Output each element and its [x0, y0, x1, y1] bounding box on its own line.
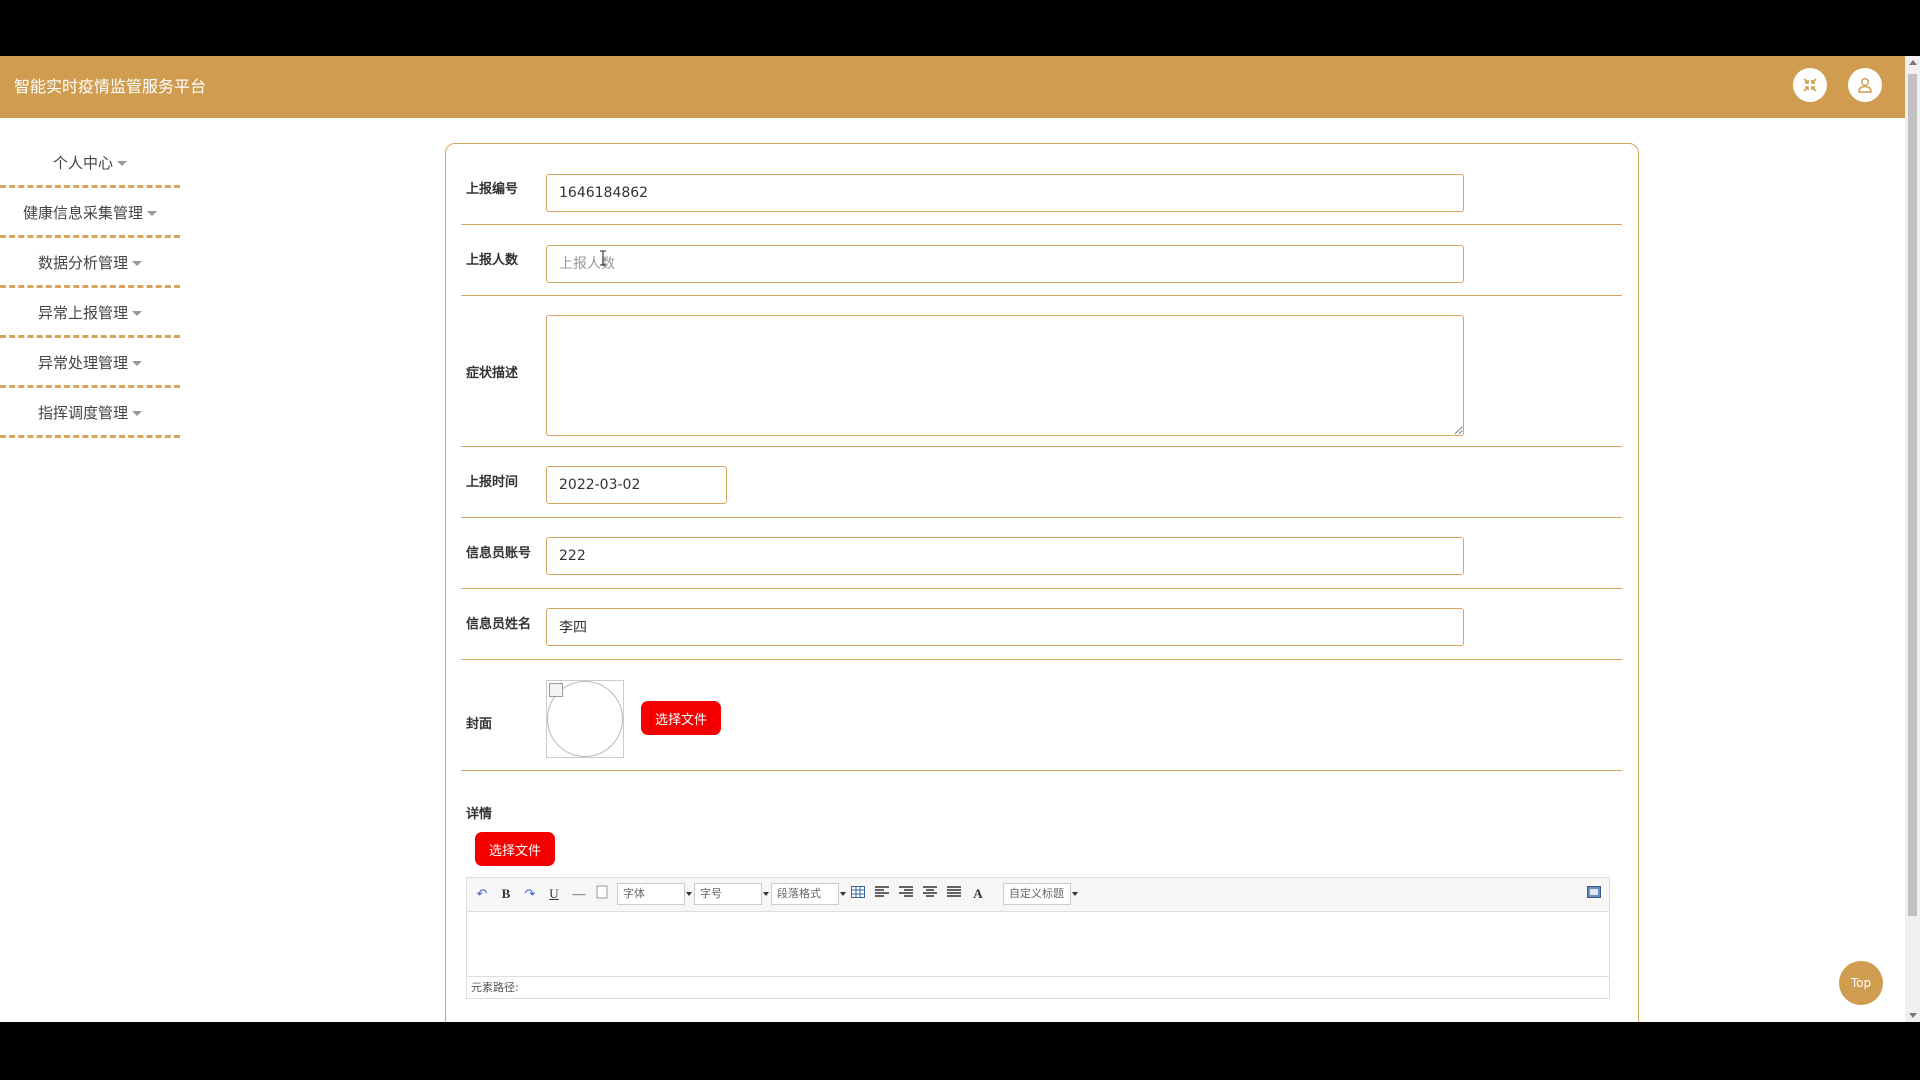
user-icon [1858, 78, 1872, 93]
editor-path-bar: 元素路径: [467, 976, 1609, 998]
sidebar-item-data-analysis[interactable]: 数据分析管理 [0, 238, 180, 288]
undo-icon[interactable]: ↶ [475, 885, 489, 903]
caret-down-icon [147, 211, 157, 216]
form-row-report-no: 上报编号 [461, 144, 1622, 225]
cover-choose-file-button[interactable]: 选择文件 [641, 701, 721, 735]
viewport: 智能实时疫情监管服务平台 个人中心 健康信息采集管理 数据分析管理 异常上报管理… [0, 56, 1905, 1022]
caret-down-icon [132, 311, 142, 316]
sidebar-item-label: 健康信息采集管理 [22, 204, 143, 222]
details-choose-file-button[interactable]: 选择文件 [475, 832, 555, 866]
report-no-label: 上报编号 [466, 182, 519, 197]
sidebar-item-personal-center[interactable]: 个人中心 [0, 138, 180, 188]
horizontal-rule-icon[interactable]: — [571, 885, 587, 903]
page-scrollbar[interactable] [1905, 56, 1920, 1022]
report-count-label: 上报人数 [466, 253, 519, 268]
table-icon[interactable] [851, 885, 865, 903]
fullscreen-exit-icon [1803, 78, 1817, 92]
form-row-symptom: 症状描述 [461, 295, 1622, 447]
font-color-icon[interactable]: A [971, 885, 985, 903]
clear-format-icon[interactable] [595, 885, 609, 903]
scroll-thumb[interactable] [1908, 74, 1917, 916]
sidebar-item-label: 数据分析管理 [37, 254, 128, 272]
fullscreen-button[interactable] [1793, 68, 1827, 102]
scroll-up-arrow-icon[interactable] [1909, 60, 1917, 65]
officer-account-input[interactable] [546, 537, 1464, 575]
form-row-report-count: 上报人数 [461, 224, 1622, 296]
sidebar-item-label: 指挥调度管理 [37, 404, 128, 422]
report-count-input[interactable] [546, 245, 1464, 283]
paragraph-format-select-label: 段落格式 [777, 887, 821, 900]
sidebar-item-command-dispatch[interactable]: 指挥调度管理 [0, 388, 180, 438]
font-family-select[interactable]: 字体 [617, 883, 692, 905]
font-size-select[interactable]: 字号 [694, 883, 769, 905]
sidebar-item-health-info[interactable]: 健康信息采集管理 [0, 188, 180, 238]
details-label: 详情 [466, 807, 493, 822]
form-row-report-time: 上报时间 [461, 446, 1622, 518]
form-row-officer-name: 信息员姓名 [461, 588, 1622, 660]
align-center-icon[interactable] [923, 885, 937, 903]
broken-image-icon [549, 683, 563, 697]
caret-down-icon [132, 411, 142, 416]
back-to-top-button[interactable]: Top [1839, 961, 1883, 1005]
caret-down-icon [132, 361, 142, 366]
sidebar-item-anomaly-report[interactable]: 异常上报管理 [0, 288, 180, 338]
rich-text-editor: ↶ B ↷ U — 字体 字号 段落格式 A 自定义标题 元素路径: [466, 877, 1610, 999]
text-cursor-icon [600, 250, 606, 266]
symptom-textarea[interactable] [546, 315, 1464, 436]
align-left-icon[interactable] [875, 885, 889, 903]
officer-name-input[interactable] [546, 608, 1464, 646]
caret-down-icon [117, 161, 127, 166]
align-justify-icon[interactable] [947, 885, 961, 903]
sidebar-item-label: 个人中心 [52, 154, 113, 172]
sidebar-item-label: 异常处理管理 [37, 354, 128, 372]
redo-icon[interactable]: ↷ [523, 885, 537, 903]
officer-account-label: 信息员账号 [466, 546, 532, 561]
report-time-input[interactable] [546, 466, 727, 504]
underline-icon[interactable]: U [547, 885, 561, 903]
sidebar: 个人中心 健康信息采集管理 数据分析管理 异常上报管理 异常处理管理 指挥调度管… [0, 138, 180, 438]
custom-title-select[interactable]: 自定义标题 [1003, 883, 1078, 905]
dropdown-arrow-icon [763, 892, 769, 896]
editor-toolbar: ↶ B ↷ U — 字体 字号 段落格式 A 自定义标题 [467, 878, 1609, 912]
top-bar: 智能实时疫情监管服务平台 [0, 56, 1905, 118]
caret-down-icon [132, 261, 142, 266]
font-family-select-label: 字体 [623, 887, 645, 900]
dropdown-arrow-icon [686, 892, 692, 896]
cover-label: 封面 [466, 717, 493, 732]
form-row-cover: 封面 选择文件 [461, 659, 1622, 771]
report-form: 上报编号 上报人数 症状描述 上报时间 信息员账号 信息员姓名 封面 [445, 143, 1639, 1022]
dropdown-arrow-icon [840, 892, 846, 896]
report-time-label: 上报时间 [466, 475, 519, 490]
font-size-select-label: 字号 [700, 887, 722, 900]
app-title: 智能实时疫情监管服务平台 [14, 77, 207, 96]
bold-icon[interactable]: B [499, 885, 513, 903]
dropdown-arrow-icon [1072, 892, 1078, 896]
sidebar-item-anomaly-handling[interactable]: 异常处理管理 [0, 338, 180, 388]
fullscreen-editor-icon[interactable] [1587, 885, 1601, 903]
form-row-officer-account: 信息员账号 [461, 517, 1622, 589]
cover-image-preview [546, 680, 624, 758]
user-button[interactable] [1848, 68, 1882, 102]
officer-name-label: 信息员姓名 [466, 617, 532, 632]
report-no-input[interactable] [546, 174, 1464, 212]
paragraph-format-select[interactable]: 段落格式 [771, 883, 846, 905]
scroll-down-arrow-icon[interactable] [1909, 1013, 1917, 1018]
sidebar-item-label: 异常上报管理 [37, 304, 128, 322]
symptom-label: 症状描述 [466, 366, 519, 381]
custom-title-select-label: 自定义标题 [1009, 887, 1064, 900]
align-right-icon[interactable] [899, 885, 913, 903]
